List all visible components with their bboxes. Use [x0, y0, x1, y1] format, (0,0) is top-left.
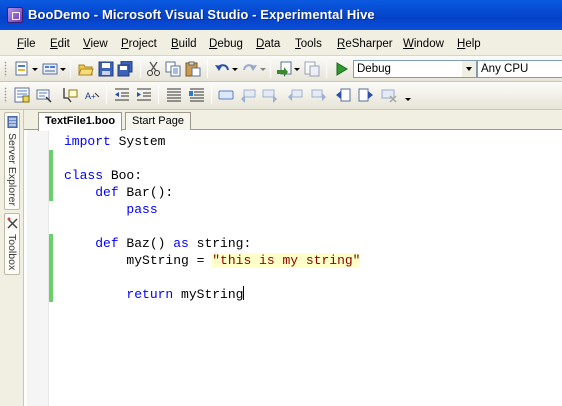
change-tracking-bar	[49, 234, 53, 302]
toolbar-grip[interactable]	[4, 87, 7, 103]
menu-edit[interactable]: Edit	[50, 38, 70, 50]
toolbox-tab[interactable]: Toolbox	[4, 213, 20, 275]
next-bookmark-in-document-icon[interactable]	[358, 87, 374, 103]
indicator-margin[interactable]	[27, 130, 49, 406]
display-object-member-list-icon[interactable]	[14, 87, 30, 103]
increase-indent-icon[interactable]	[136, 87, 152, 103]
menu-help[interactable]: Help	[457, 38, 481, 50]
previous-bookmark-in-document-icon[interactable]	[335, 87, 351, 103]
redo-dropdown-icon[interactable]	[260, 68, 266, 71]
change-tracking-bar	[49, 150, 53, 201]
menu-data[interactable]: Data	[256, 38, 280, 50]
code-line: import System	[64, 134, 166, 149]
code-line: pass	[126, 202, 158, 217]
menu-debug[interactable]: Debug	[209, 38, 243, 50]
copy-icon[interactable]	[165, 61, 181, 77]
code-editor[interactable]: import System class Boo: def Bar(): pass…	[24, 130, 562, 406]
server-explorer-tab[interactable]: Server Explorer	[4, 112, 20, 210]
solution-configuration-select[interactable]: Debug	[353, 60, 477, 78]
code-line: return myString	[126, 286, 245, 302]
cut-icon[interactable]	[146, 61, 162, 77]
title-bar[interactable]: BooDemo - Microsoft Visual Studio - Expe…	[0, 0, 562, 30]
tab-start-page[interactable]: Start Page	[125, 112, 191, 130]
open-file-icon[interactable]	[78, 61, 94, 77]
comment-out-lines-icon[interactable]	[166, 87, 182, 103]
menu-resharper[interactable]: ReSharper	[337, 38, 393, 50]
undo-dropdown-icon[interactable]	[232, 68, 238, 71]
previous-bookmark-icon[interactable]	[240, 87, 256, 103]
display-parameter-info-icon[interactable]	[36, 87, 52, 103]
next-bookmark-icon[interactable]	[262, 87, 278, 103]
menu-view[interactable]: View	[83, 38, 108, 50]
uncomment-lines-icon[interactable]	[189, 87, 205, 103]
menu-tools[interactable]: Tools	[295, 38, 322, 50]
add-item-dropdown-icon[interactable]	[60, 68, 66, 71]
new-project-dropdown-icon[interactable]	[32, 68, 38, 71]
add-item-icon[interactable]	[42, 61, 58, 77]
solution-configuration-value: Debug	[357, 63, 391, 75]
redo-icon[interactable]	[242, 61, 258, 77]
text-caret	[243, 286, 245, 300]
tab-textfile1-boo[interactable]: TextFile1.boo	[38, 112, 123, 131]
display-word-completion-icon[interactable]: A +	[84, 87, 100, 103]
start-debugging-icon[interactable]	[333, 61, 349, 77]
clear-bookmarks-icon[interactable]	[381, 87, 397, 103]
document-area: TextFile1.boo Start Page import System c…	[24, 110, 562, 406]
window-title: BooDemo - Microsoft Visual Studio - Expe…	[28, 7, 375, 22]
text-editor-toolbar: A +	[0, 82, 562, 110]
toolbar-options-icon[interactable]	[405, 98, 411, 101]
paste-icon[interactable]	[185, 61, 201, 77]
code-line: def Baz() as string:	[95, 236, 252, 251]
navigate-backward-icon[interactable]	[276, 61, 292, 77]
navigate-dropdown-icon[interactable]	[294, 68, 300, 71]
save-all-icon[interactable]	[117, 61, 133, 77]
toolbar-grip[interactable]	[4, 61, 7, 77]
standard-toolbar: Debug Any CPU	[0, 56, 562, 82]
visual-studio-icon[interactable]	[7, 7, 23, 23]
toolbox-label: Toolbox	[6, 234, 18, 271]
code-line: myString = "this is my string"	[126, 253, 361, 268]
menu-project[interactable]: Project	[121, 38, 157, 50]
auto-hide-sidebar: Server Explorer Toolbox	[0, 110, 24, 406]
code-line: class Boo:	[64, 168, 143, 183]
document-tab-strip: TextFile1.boo Start Page	[24, 110, 562, 131]
save-icon[interactable]	[98, 61, 114, 77]
server-explorer-label: Server Explorer	[6, 133, 18, 206]
solution-platform-select[interactable]: Any CPU	[477, 60, 562, 78]
solution-platform-value: Any CPU	[481, 63, 529, 75]
menu-file[interactable]: File	[17, 38, 36, 50]
menu-window[interactable]: Window	[403, 38, 444, 50]
new-project-icon[interactable]	[14, 61, 30, 77]
code-line: def Bar():	[95, 185, 174, 200]
undo-icon[interactable]	[214, 61, 230, 77]
chevron-down-icon[interactable]	[462, 61, 476, 77]
next-bookmark-in-folder-icon[interactable]	[311, 87, 327, 103]
decrease-indent-icon[interactable]	[114, 87, 130, 103]
previous-bookmark-in-folder-icon[interactable]	[287, 87, 303, 103]
navigate-forward-icon[interactable]	[304, 61, 320, 77]
string-literal: "this is my string"	[212, 253, 361, 268]
toggle-bookmark-icon[interactable]	[218, 87, 234, 103]
display-quick-info-icon[interactable]	[62, 87, 78, 103]
menu-build[interactable]: Build	[171, 38, 197, 50]
menu-bar: File Edit View Project Build Debug Data …	[0, 30, 562, 56]
